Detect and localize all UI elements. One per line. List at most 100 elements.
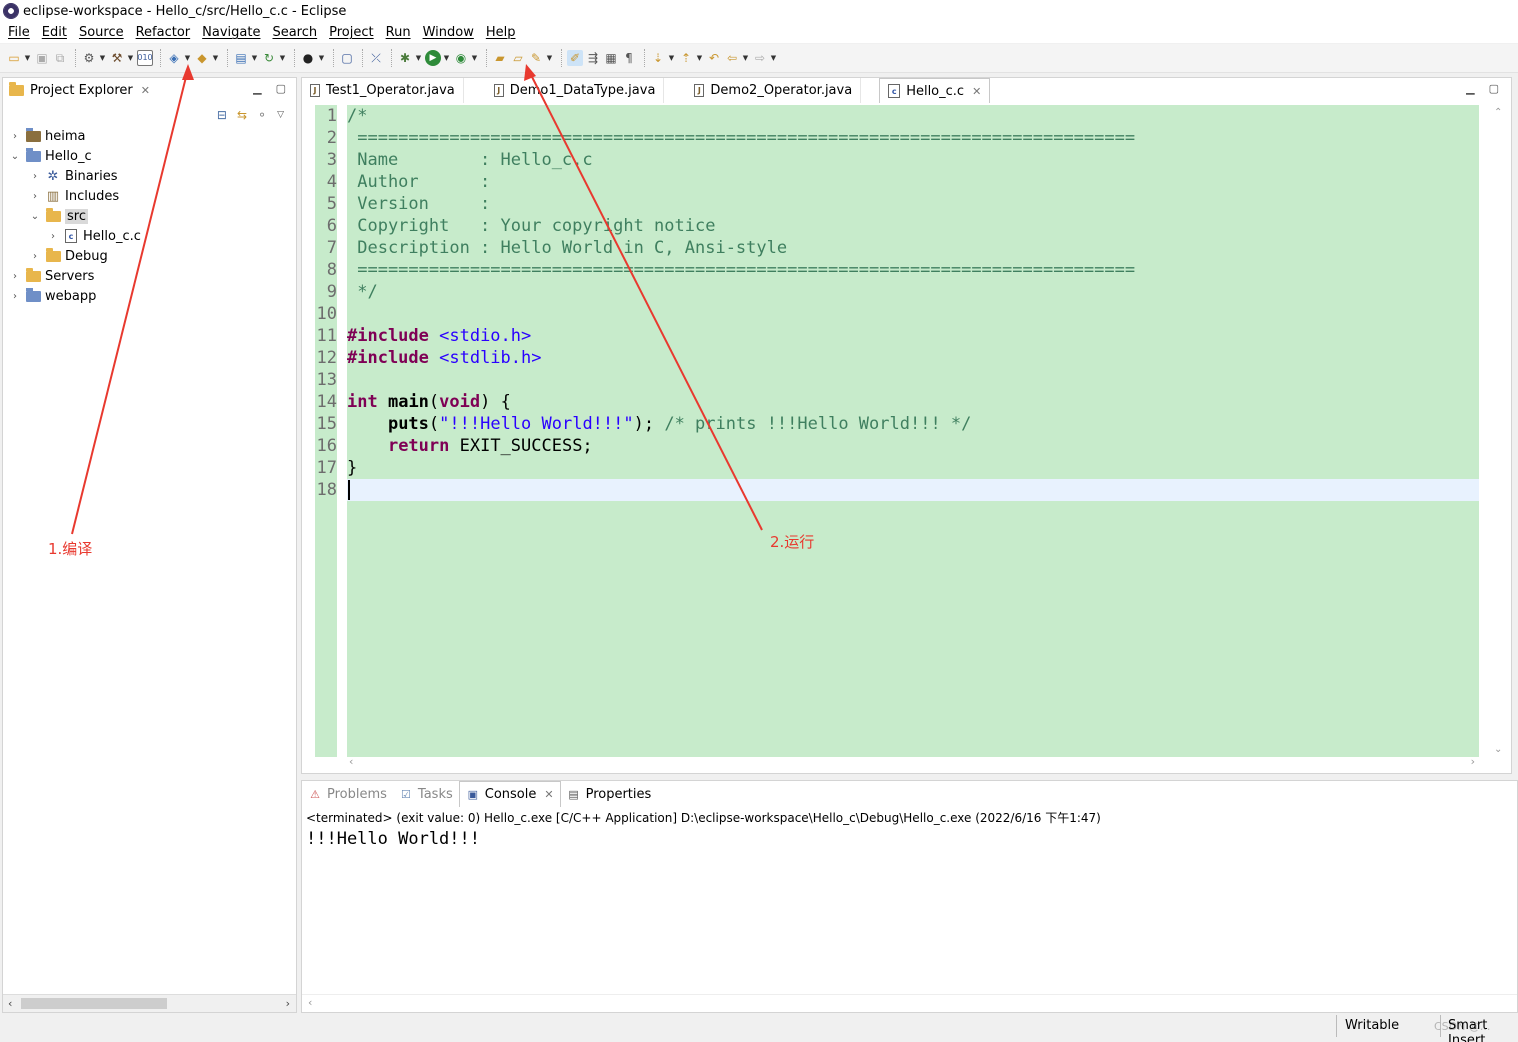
last-edit-button[interactable]: ↶ <box>706 47 722 69</box>
chevron-right-icon[interactable]: › <box>9 271 21 282</box>
menu-project[interactable]: Project <box>323 25 379 40</box>
prev-annotation-button[interactable]: ⇡ ▼ <box>678 47 704 69</box>
chevron-right-icon[interactable]: › <box>29 171 41 182</box>
external-tools-button[interactable]: ◉ ▼ <box>453 47 479 69</box>
tree-item-heima[interactable]: › heima <box>3 126 296 146</box>
link-with-editor-icon[interactable]: ⇆ <box>237 108 247 122</box>
open-type-button[interactable]: ◈ ▼ <box>166 47 192 69</box>
open-project-button[interactable]: ▱ <box>510 47 526 69</box>
scroll-right-icon[interactable]: › <box>286 995 290 1013</box>
dropdown-arrow-icon[interactable]: ▼ <box>470 50 479 66</box>
dropdown-arrow-icon[interactable]: ▼ <box>23 50 32 66</box>
chevron-right-icon[interactable]: › <box>9 291 21 302</box>
filter-icon[interactable]: ⚬ <box>257 108 267 122</box>
chevron-down-icon[interactable]: ⌄ <box>29 211 41 222</box>
tab-properties[interactable]: ▤ Properties <box>561 781 658 807</box>
horizontal-scrollbar[interactable]: ‹ › <box>3 994 296 1012</box>
code-text[interactable]: /* =====================================… <box>347 105 1479 757</box>
dropdown-arrow-icon[interactable]: ▼ <box>211 50 220 66</box>
tab-test1-operator[interactable]: J Test1_Operator.java <box>302 78 464 103</box>
open-folder-button[interactable]: ▰ <box>492 47 508 69</box>
save-button[interactable]: ▣ <box>34 47 50 69</box>
dropdown-arrow-icon[interactable]: ▼ <box>126 50 135 66</box>
tree-item-servers[interactable]: › Servers <box>3 266 296 286</box>
word-wrap-button[interactable]: ⇶ <box>585 47 601 69</box>
close-icon[interactable]: ✕ <box>972 85 981 98</box>
view-menu-icon[interactable]: ▽ <box>277 110 284 120</box>
menu-help[interactable]: Help <box>480 25 522 40</box>
terminal-button[interactable]: ▢ <box>339 47 355 69</box>
scroll-down-icon[interactable]: ⌄ <box>1494 744 1502 755</box>
chevron-right-icon[interactable]: › <box>47 231 59 242</box>
menu-run[interactable]: Run <box>380 25 417 40</box>
tree-item-src[interactable]: ⌄ src <box>3 206 296 226</box>
show-whitespace-button[interactable]: ¶ <box>621 47 637 69</box>
horizontal-scrollbar[interactable]: ‹ <box>302 994 1517 1012</box>
chevron-right-icon[interactable]: › <box>29 251 41 262</box>
run-button[interactable]: ▶ ▼ <box>425 47 451 69</box>
dropdown-arrow-icon[interactable]: ▼ <box>183 50 192 66</box>
chevron-right-icon[interactable]: › <box>29 191 41 202</box>
menu-source[interactable]: Source <box>73 25 130 40</box>
refresh-button[interactable]: ↻ ▼ <box>261 47 287 69</box>
menu-file[interactable]: File <box>2 25 36 40</box>
dropdown-arrow-icon[interactable]: ▼ <box>545 50 554 66</box>
dropdown-arrow-icon[interactable]: ▼ <box>98 50 107 66</box>
horizontal-scrollbar[interactable]: ‹ › <box>347 755 1477 771</box>
block-selection-button[interactable]: ▦ <box>603 47 619 69</box>
menu-navigate[interactable]: Navigate <box>196 25 266 40</box>
scrollbar-thumb[interactable] <box>21 998 167 1009</box>
tab-console[interactable]: ▣ Console ✕ <box>458 781 561 807</box>
scroll-up-icon[interactable]: ⌃ <box>1494 107 1502 118</box>
back-button[interactable]: ⇦ ▼ <box>724 47 750 69</box>
scroll-left-icon[interactable]: ‹ <box>308 996 312 1009</box>
close-icon[interactable]: ✕ <box>544 788 553 801</box>
dropdown-arrow-icon[interactable]: ▼ <box>442 50 451 66</box>
settings-button[interactable]: ⚙ ▼ <box>81 47 107 69</box>
dropdown-arrow-icon[interactable]: ▼ <box>667 50 676 66</box>
minimize-icon[interactable]: ▁ <box>1466 82 1474 95</box>
forward-button[interactable]: ⇨ ▼ <box>752 47 778 69</box>
tab-demo1-datatype[interactable]: J Demo1_DataType.java <box>464 78 665 103</box>
build-binary-button[interactable]: 010 <box>137 47 153 69</box>
tab-tasks[interactable]: ☑ Tasks <box>393 781 459 807</box>
code-editor[interactable]: 1 2 3 4 5 6 7 8 9 10 11 12 13 14 15 16 1… <box>315 105 1479 757</box>
console-output[interactable]: !!!Hello World!!! <box>306 829 480 849</box>
close-icon[interactable]: ✕ <box>141 84 150 97</box>
dropdown-arrow-icon[interactable]: ▼ <box>769 50 778 66</box>
maximize-icon[interactable]: ▢ <box>1489 82 1499 95</box>
next-annotation-button[interactable]: ⇣ ▼ <box>650 47 676 69</box>
dropdown-arrow-icon[interactable]: ▼ <box>278 50 287 66</box>
tree-item-includes[interactable]: › ▥ Includes <box>3 186 296 206</box>
chevron-down-icon[interactable]: ⌄ <box>9 151 21 162</box>
dropdown-arrow-icon[interactable]: ▼ <box>250 50 259 66</box>
tree-item-hello-c[interactable]: ⌄ Hello_c <box>3 146 296 166</box>
minimize-icon[interactable]: ▁ <box>253 82 261 95</box>
tree-item-debug[interactable]: › Debug <box>3 246 296 266</box>
menu-search[interactable]: Search <box>266 25 323 40</box>
scroll-left-icon[interactable]: ‹ <box>349 755 353 768</box>
tree-item-webapp[interactable]: › webapp <box>3 286 296 306</box>
menu-edit[interactable]: Edit <box>36 25 73 40</box>
new-class-button[interactable]: ◆ ▼ <box>194 47 220 69</box>
collapse-all-icon[interactable]: ⊟ <box>217 108 227 122</box>
menu-window[interactable]: Window <box>417 25 480 40</box>
menu-refactor[interactable]: Refactor <box>130 25 197 40</box>
dropdown-arrow-icon[interactable]: ▼ <box>695 50 704 66</box>
scroll-left-icon[interactable]: ‹ <box>8 995 12 1013</box>
maximize-icon[interactable]: ▢ <box>276 82 286 95</box>
tab-problems[interactable]: ⚠ Problems <box>302 781 393 807</box>
save-all-button[interactable]: ⧉ <box>52 47 68 69</box>
user-button[interactable]: ● ▼ <box>300 47 326 69</box>
skip-breakpoints-button[interactable]: ⤫ <box>368 47 384 69</box>
chevron-right-icon[interactable]: › <box>9 131 21 142</box>
dropdown-arrow-icon[interactable]: ▼ <box>317 50 326 66</box>
tab-project-explorer[interactable]: Project Explorer ✕ <box>3 78 156 102</box>
tab-hello-c[interactable]: c Hello_c.c ✕ <box>879 78 991 103</box>
tab-demo2-operator[interactable]: J Demo2_Operator.java <box>664 78 862 103</box>
new-file-button[interactable]: ▤ ▼ <box>233 47 259 69</box>
debug-button[interactable]: ✱ ▼ <box>397 47 423 69</box>
search-button[interactable]: ✎ ▼ <box>528 47 554 69</box>
toggle-highlight-button[interactable]: ✐ <box>567 47 583 69</box>
new-button[interactable]: ▭ ▼ <box>6 47 32 69</box>
